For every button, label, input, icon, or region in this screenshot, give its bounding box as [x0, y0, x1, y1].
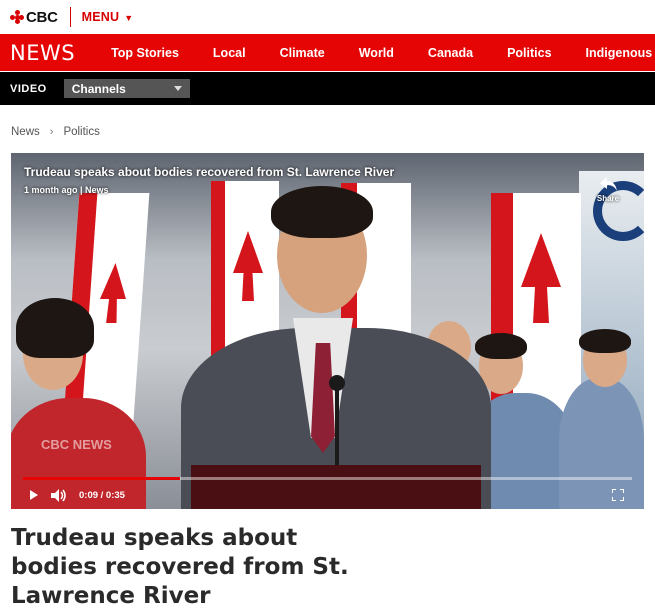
play-icon[interactable] — [30, 490, 38, 500]
breadcrumb-separator: › — [49, 126, 54, 138]
nav-item-canada[interactable]: Canada — [428, 46, 473, 60]
video-bar: VIDEO Channels — [0, 72, 655, 105]
breadcrumb: News › Politics — [11, 126, 100, 138]
video-player[interactable]: CBC NEWS Trudeau speaks about bodies rec… — [11, 153, 644, 509]
player-title: Trudeau speaks about bodies recovered fr… — [24, 165, 395, 179]
progress-bar[interactable] — [23, 477, 632, 480]
nav-item-world[interactable]: World — [359, 46, 394, 60]
cbc-logo[interactable]: CBC — [10, 0, 58, 34]
news-brand[interactable]: NEWS — [10, 41, 75, 65]
share-button[interactable]: Share — [594, 175, 622, 203]
progress-fill — [23, 477, 180, 480]
news-nav: NEWS Top Stories Local Climate World Can… — [0, 34, 655, 72]
cbc-news-watermark: CBC NEWS — [41, 437, 112, 452]
nav-item-local[interactable]: Local — [213, 46, 246, 60]
menu-label: MENU — [81, 10, 120, 24]
breadcrumb-news[interactable]: News — [11, 126, 40, 138]
video-label: VIDEO — [10, 82, 47, 95]
article-headline: Trudeau speaks about bodies recovered fr… — [11, 525, 349, 609]
cbc-gem-icon — [10, 10, 24, 24]
player-meta: 1 month ago | News — [24, 185, 109, 195]
channels-select[interactable]: Channels — [63, 79, 190, 98]
breadcrumb-politics[interactable]: Politics — [63, 126, 99, 138]
nav-item-indigenous[interactable]: Indigenous — [586, 46, 653, 60]
nav-item-climate[interactable]: Climate — [280, 46, 325, 60]
player-controls: 0:09 / 0:35 — [11, 485, 644, 507]
chevron-down-icon: ▼ — [124, 12, 134, 23]
video-frame: CBC NEWS — [11, 153, 644, 509]
fullscreen-icon[interactable] — [612, 489, 624, 501]
caret-down-icon — [173, 86, 182, 91]
logo-text: CBC — [26, 8, 58, 26]
volume-icon[interactable] — [51, 489, 67, 502]
channels-selected-value: Channels — [71, 81, 126, 96]
share-icon — [600, 177, 617, 191]
menu-button[interactable]: MENU ▼ — [82, 10, 134, 24]
nav-item-top-stories[interactable]: Top Stories — [111, 46, 179, 60]
time-display: 0:09 / 0:35 — [79, 490, 125, 501]
nav-item-politics[interactable]: Politics — [507, 46, 551, 60]
share-label: Share — [596, 194, 620, 203]
header-divider — [69, 7, 71, 27]
top-bar: CBC MENU ▼ — [0, 0, 655, 34]
